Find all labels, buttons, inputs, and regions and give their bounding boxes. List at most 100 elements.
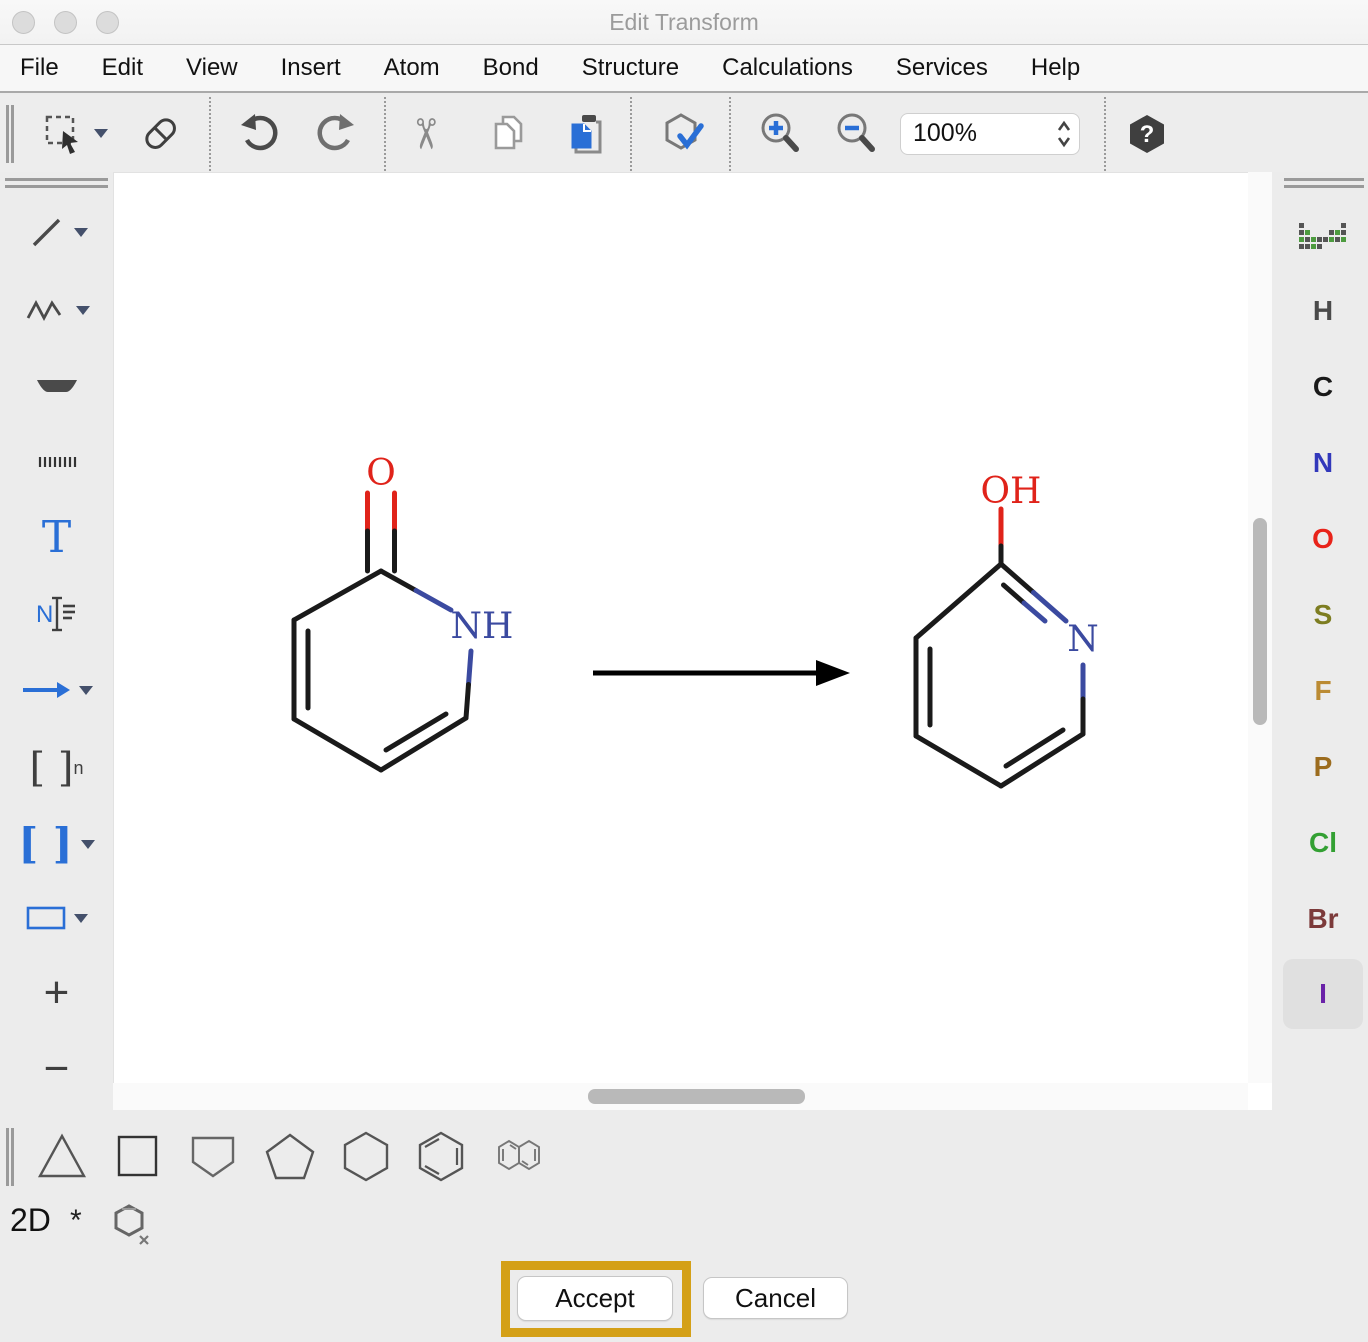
reaction-drawing: O NH OH xyxy=(114,173,1249,1084)
template-naphthalene[interactable] xyxy=(489,1126,549,1186)
menu-bond[interactable]: Bond xyxy=(483,54,539,82)
periodic-table-icon xyxy=(1299,223,1347,255)
hexagon-x-icon[interactable] xyxy=(112,1200,154,1248)
cyclohexane-icon xyxy=(338,1126,394,1186)
element-cl[interactable]: Cl xyxy=(1283,808,1363,878)
accept-button[interactable]: Accept xyxy=(517,1276,673,1321)
eraser-button[interactable] xyxy=(138,111,184,157)
paste-icon xyxy=(562,110,610,158)
zoom-stepper[interactable] xyxy=(1049,114,1079,154)
reaction-arrow-icon xyxy=(21,679,71,701)
menu-calculations[interactable]: Calculations xyxy=(722,54,853,82)
copy-button[interactable] xyxy=(486,111,532,157)
zoom-out-button[interactable] xyxy=(832,109,882,159)
benzene-icon xyxy=(413,1126,469,1186)
toolbar-separator xyxy=(630,97,632,171)
atom-label-tool[interactable]: N xyxy=(0,590,113,638)
horizontal-scrollbar-thumb[interactable] xyxy=(588,1089,805,1104)
paste-button[interactable] xyxy=(562,110,610,158)
vertical-scrollbar[interactable] xyxy=(1248,172,1272,1083)
copy-icon xyxy=(486,111,532,157)
menu-insert[interactable]: Insert xyxy=(281,54,341,82)
toolbar-drag-handle[interactable] xyxy=(6,105,14,163)
bond-dropdown[interactable] xyxy=(74,228,88,237)
right-toolbar-drag-handle[interactable] xyxy=(1284,178,1364,188)
zoom-level-combobox[interactable]: 100% xyxy=(900,113,1080,155)
cyclobutane-icon xyxy=(109,1126,165,1186)
chain-dropdown[interactable] xyxy=(76,306,90,315)
element-p[interactable]: P xyxy=(1283,732,1363,802)
toolbar-separator xyxy=(1104,97,1106,171)
status-row: 2D * xyxy=(0,1196,400,1251)
template-cyclopentane[interactable] xyxy=(262,1126,318,1186)
marquee-select-button[interactable] xyxy=(42,112,108,156)
menu-structure[interactable]: Structure xyxy=(582,54,679,82)
chain-icon xyxy=(24,292,68,328)
menu-atom[interactable]: Atom xyxy=(384,54,440,82)
dimension-mode-label[interactable]: 2D xyxy=(10,1202,51,1239)
menu-services[interactable]: Services xyxy=(896,54,988,82)
single-bond-tool[interactable] xyxy=(0,208,113,256)
zoom-in-button[interactable] xyxy=(756,109,806,159)
increase-charge-tool[interactable]: + xyxy=(0,966,113,1020)
element-br[interactable]: Br xyxy=(1283,884,1363,954)
toolbar-separator xyxy=(384,97,386,171)
template-benzene[interactable] xyxy=(413,1126,469,1186)
element-c[interactable]: C xyxy=(1283,352,1363,422)
menu-view[interactable]: View xyxy=(186,54,238,82)
rectangle-dropdown[interactable] xyxy=(74,914,88,923)
atom-label-icon: N xyxy=(34,592,80,636)
vertical-scrollbar-thumb[interactable] xyxy=(1253,518,1267,725)
template-cyclopropane[interactable] xyxy=(34,1126,90,1186)
bracket-dropdown[interactable] xyxy=(81,840,95,849)
reactant-nh-label: NH xyxy=(451,606,514,647)
rectangle-icon xyxy=(26,906,66,930)
element-h[interactable]: H xyxy=(1283,276,1363,346)
cancel-button[interactable]: Cancel xyxy=(703,1277,848,1319)
product-oh-label: OH xyxy=(981,471,1042,512)
reaction-arrow-tool[interactable] xyxy=(0,668,113,712)
cyclopentane-icon xyxy=(262,1126,318,1186)
template-cyclopentane-alt[interactable] xyxy=(185,1126,241,1186)
menu-edit[interactable]: Edit xyxy=(102,54,143,82)
bracket-tool[interactable]: [ ] xyxy=(0,816,113,872)
periodic-table-button[interactable] xyxy=(1283,204,1363,274)
menu-help[interactable]: Help xyxy=(1031,54,1080,82)
arrow-dropdown[interactable] xyxy=(79,686,93,695)
hashed-bond-tool[interactable] xyxy=(0,442,113,482)
text-tool[interactable]: T xyxy=(0,512,113,564)
element-f[interactable]: F xyxy=(1283,656,1363,726)
template-toolbar-drag-handle[interactable] xyxy=(6,1128,14,1186)
element-o[interactable]: O xyxy=(1283,504,1363,574)
decrease-charge-tool[interactable]: − xyxy=(0,1042,113,1096)
horizontal-scrollbar[interactable] xyxy=(113,1083,1248,1110)
template-cyclobutane[interactable] xyxy=(109,1126,165,1186)
menu-file[interactable]: File xyxy=(20,54,59,82)
check-structure-button[interactable] xyxy=(656,109,706,159)
element-i[interactable]: I xyxy=(1283,959,1363,1029)
help-button[interactable]: ? xyxy=(1124,111,1170,157)
element-s[interactable]: S xyxy=(1283,580,1363,650)
any-atom-label[interactable]: * xyxy=(70,1204,82,1238)
left-toolbar-drag-handle[interactable] xyxy=(5,178,108,188)
repeat-group-tool[interactable]: [ ] n xyxy=(0,740,113,796)
cut-button[interactable]: ✂ xyxy=(408,109,443,158)
check-structure-icon xyxy=(656,109,706,159)
chain-tool[interactable] xyxy=(0,286,113,334)
plus-icon: + xyxy=(44,971,70,1015)
naphthalene-icon xyxy=(489,1126,549,1186)
rectangle-tool[interactable] xyxy=(0,898,113,938)
eraser-icon xyxy=(138,111,184,157)
undo-button[interactable] xyxy=(235,110,283,158)
element-n[interactable]: N xyxy=(1283,428,1363,498)
template-cyclohexane[interactable] xyxy=(338,1126,394,1186)
menu-bar: File Edit View Insert Atom Bond Structur… xyxy=(0,45,1368,93)
redo-button[interactable] xyxy=(312,110,360,158)
marquee-select-dropdown[interactable] xyxy=(94,129,108,138)
bold-bond-tool[interactable] xyxy=(0,364,113,408)
drawing-canvas[interactable]: O NH OH xyxy=(113,172,1248,1083)
cyclopropane-icon xyxy=(34,1126,90,1186)
svg-text:?: ? xyxy=(1140,121,1155,148)
zoom-out-icon xyxy=(832,109,882,159)
title-bar: Edit Transform xyxy=(0,0,1368,45)
